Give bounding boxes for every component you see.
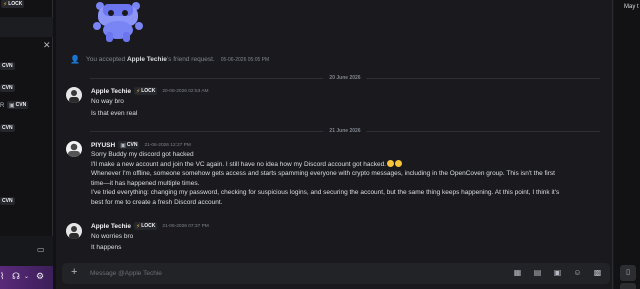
message-text: Is that even real: [91, 109, 138, 117]
user-panel: ⌇ ☊ ⌄ ⚙: [0, 266, 53, 289]
chevron-down-icon[interactable]: ⌄: [24, 273, 29, 280]
mic-icon[interactable]: ⌇: [0, 271, 4, 282]
user-added-icon: 👤: [70, 55, 80, 64]
message-author[interactable]: Apple Techie: [91, 223, 131, 230]
panel-button[interactable]: [620, 283, 636, 289]
message-group: Apple Techie ⚡ LOCK 20-06-2026 02:53 AM N…: [91, 86, 209, 118]
message-composer[interactable]: + Message @Apple Techie ▦ ▤ ▣ ☺ ▩: [62, 263, 610, 284]
date-separator: 21 June 2026: [90, 128, 600, 134]
avatar[interactable]: [66, 141, 82, 157]
clan-tag-cvn: ▣ CVN: [118, 141, 140, 149]
message-text: It happens: [91, 244, 122, 252]
message-text: No worries bro: [91, 232, 134, 240]
dm-list-item-selected[interactable]: [0, 17, 53, 37]
dm-tag-cvn: CVN: [0, 124, 15, 132]
expand-panel-icon[interactable]: ▯: [620, 265, 636, 281]
message-timestamp: 21-06-2026 12:27 PM: [144, 142, 191, 148]
panel-divider: [612, 0, 613, 289]
sticker-icon[interactable]: ▣: [553, 268, 562, 277]
clan-tag-lock: ⚡ LOCK: [133, 222, 158, 230]
right-panel: May t: [614, 0, 640, 289]
message-group: PIYUSH ▣ CVN 21-06-2026 12:27 PM Sorry Bu…: [91, 140, 559, 208]
sidebar-voice-panel: [0, 236, 53, 268]
message-timestamp: 21-06-2026 07:37 PM: [162, 223, 209, 229]
gear-icon[interactable]: ⚙: [36, 271, 44, 282]
add-attachment-icon[interactable]: +: [71, 266, 77, 278]
clan-tag-lock: ⚡ LOCK: [133, 87, 158, 95]
avatar[interactable]: [66, 223, 82, 239]
gift-icon[interactable]: ▦: [513, 268, 522, 277]
message-author[interactable]: PIYUSH: [91, 142, 115, 149]
message-text: No way bro: [91, 97, 124, 105]
message-text: Sorry Buddy my discord got hacked: [91, 151, 194, 158]
message-timestamp: 20-06-2026 02:53 AM: [162, 88, 209, 94]
friend-request-accepted-message: 👤 You accepted Apple Techie's friend req…: [70, 55, 270, 64]
screen-share-icon[interactable]: ▭: [37, 245, 45, 254]
gif-icon[interactable]: ▤: [533, 268, 542, 277]
friend-name[interactable]: Apple Techie: [127, 56, 167, 63]
message-input[interactable]: Message @Apple Techie: [90, 270, 162, 277]
message-group: Apple Techie ⚡ LOCK 21-06-2026 07:37 PM N…: [91, 221, 209, 253]
smile-emoji-icon: [395, 159, 402, 167]
apps-icon[interactable]: ▩: [593, 268, 602, 277]
dm-partial-name: R: [0, 103, 5, 109]
message-text: time—it has happened multiple times.: [91, 179, 200, 187]
message-text: Whenever I'm offline, someone somehow ge…: [91, 170, 555, 178]
emoji-icon[interactable]: ☺: [573, 268, 582, 277]
message-text: I've tried everything: changing my passw…: [91, 189, 560, 197]
right-panel-label: May t: [624, 4, 639, 10]
dm-tag-cvn: CVN: [0, 197, 15, 205]
sweat-smile-emoji-icon: [387, 159, 394, 167]
dm-tag-cvn: CVN: [0, 62, 15, 70]
discord-mascot-illustration: [93, 2, 143, 42]
dm-tag-cvn: ▣ CVN: [7, 101, 29, 109]
date-separator: 20 June 2026: [90, 75, 600, 81]
message-timestamp: 05-06-2026 05:05 PM: [220, 56, 270, 63]
message-author[interactable]: Apple Techie: [91, 88, 131, 95]
close-dm-icon[interactable]: ✕: [43, 40, 51, 51]
message-text: best for me to create a fresh Discord ac…: [91, 198, 223, 206]
avatar[interactable]: [66, 87, 82, 103]
headphones-icon[interactable]: ☊: [12, 271, 20, 282]
dm-tag-cvn: CVN: [0, 84, 15, 92]
dm-tag-lock: ⚡ LOCK: [1, 0, 25, 8]
message-text: I'll make a new account and join the VC …: [91, 159, 559, 170]
